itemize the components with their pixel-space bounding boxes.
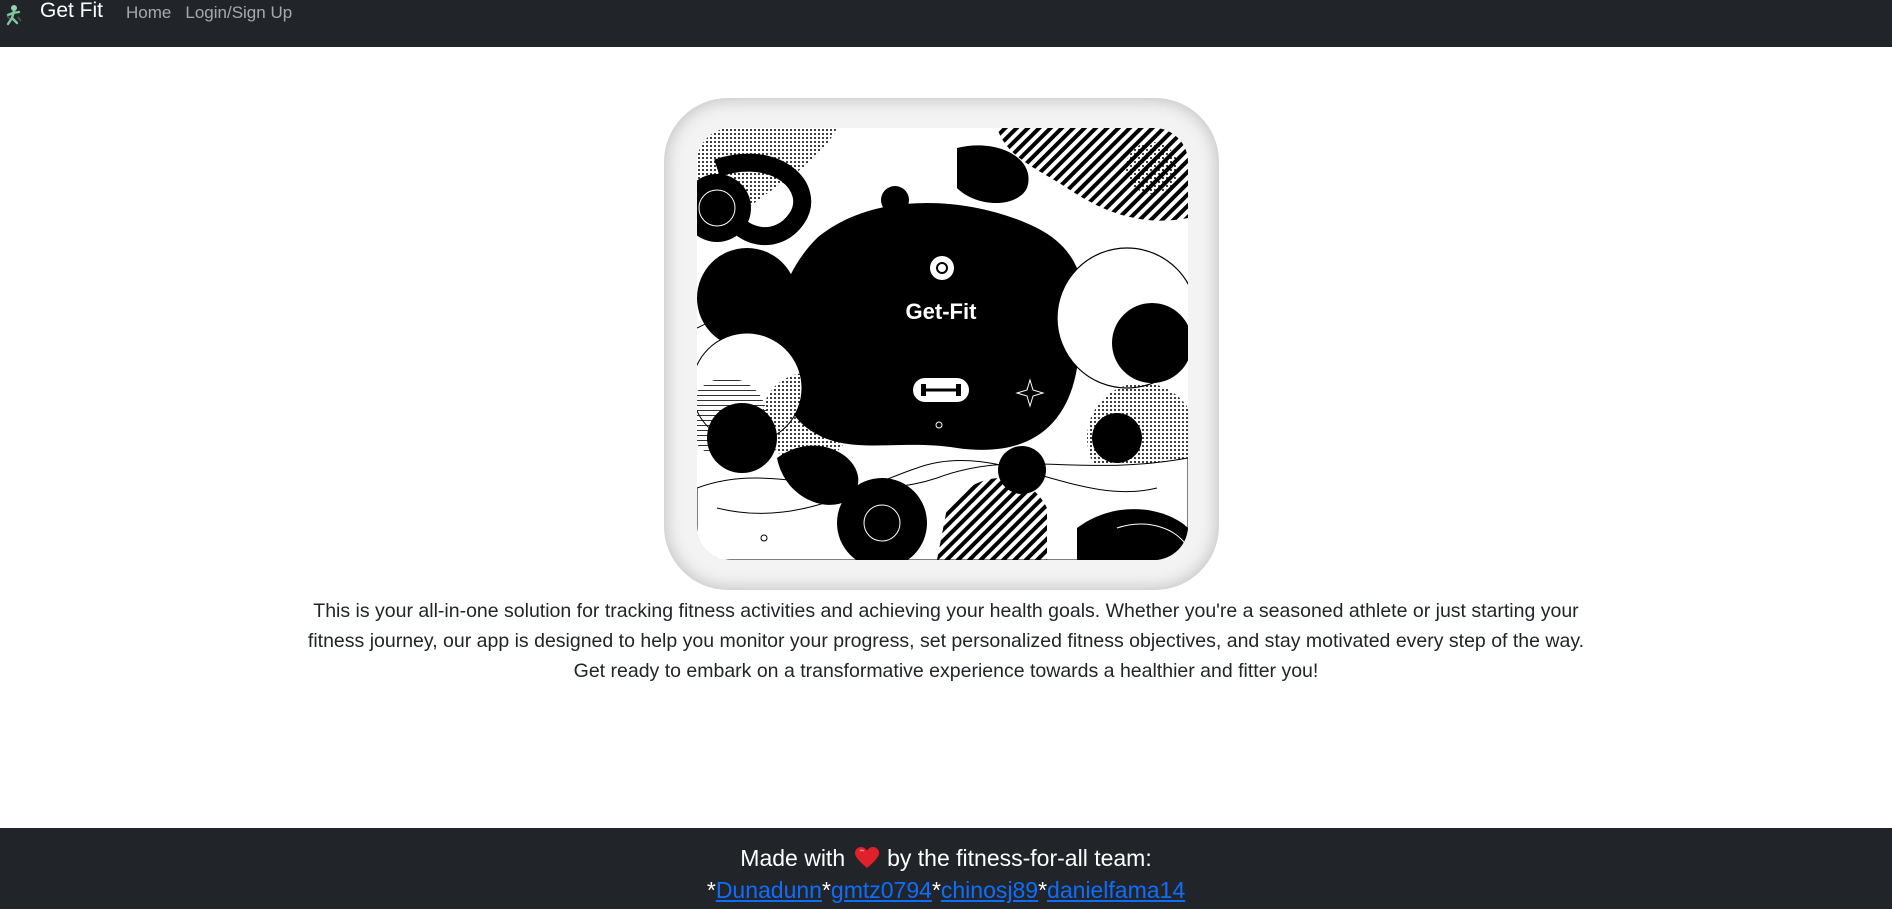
footer-made-with: Made with <box>740 845 846 871</box>
footer-contributors: *Dunadunn*gmtz0794*chinosj89*danielfama1… <box>0 876 1892 904</box>
hero-artwork: Get-Fit <box>697 128 1188 560</box>
brand-link[interactable]: Get Fit <box>4 0 104 28</box>
nav-link-home[interactable]: Home <box>126 4 171 22</box>
intro-paragraph: This is your all-in-one solution for tra… <box>307 600 1585 682</box>
hero-image-title: Get-Fit <box>906 299 978 324</box>
separator: * <box>706 877 716 903</box>
hero-image-frame: Get-Fit <box>664 98 1219 590</box>
separator: * <box>1038 877 1048 903</box>
footer-by-team: by the fitness-for-all team: <box>887 845 1152 871</box>
separator: * <box>931 877 941 903</box>
nav-link-login-signup[interactable]: Login/Sign Up <box>185 4 292 22</box>
contributor-link-chinosj89[interactable]: chinosj89 <box>941 877 1038 903</box>
brand-text: Get Fit <box>40 0 104 22</box>
navbar: Get Fit Home Login/Sign Up <box>0 0 1892 47</box>
footer-credit-line: Made with by the fitness-for-all team: <box>0 844 1892 875</box>
runner-logo-icon <box>4 4 24 28</box>
contributor-link-dunadunn[interactable]: Dunadunn <box>716 877 822 903</box>
footer: Made with by the fitness-for-all team: *D… <box>0 828 1892 909</box>
hero-image: Get-Fit <box>664 98 1219 590</box>
separator: * <box>821 877 831 903</box>
contributor-link-danielfama14[interactable]: danielfama14 <box>1047 877 1185 903</box>
contributor-link-gmtz0794[interactable]: gmtz0794 <box>831 877 932 903</box>
heart-icon <box>855 847 880 875</box>
